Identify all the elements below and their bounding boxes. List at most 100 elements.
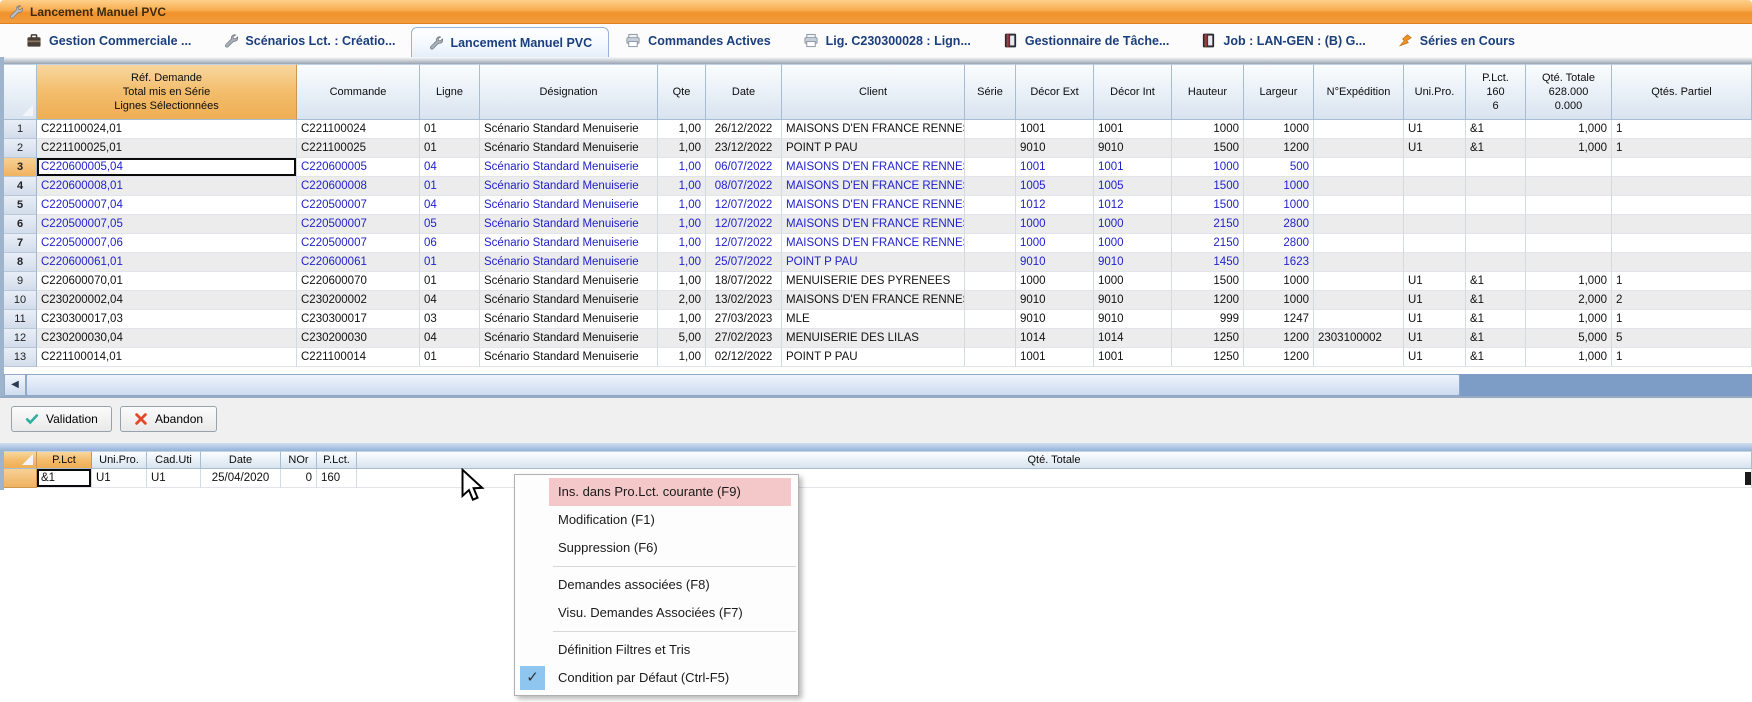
menu-item-modification-f1[interactable]: Modification (F1): [515, 506, 798, 534]
grid-cell-qte_totale[interactable]: 5,000: [1526, 329, 1612, 348]
grid-cell-ref[interactable]: C221100024,01: [37, 120, 297, 139]
grid-cell-client[interactable]: MAISONS D'EN FRANCE RENNES: [782, 291, 965, 310]
grid-cell-hauteur[interactable]: 1450: [1172, 253, 1244, 272]
grid-cell-p_lct[interactable]: [1466, 215, 1526, 234]
grid-cell-serie[interactable]: [965, 272, 1016, 291]
grid-cell-ligne[interactable]: 03: [420, 310, 480, 329]
grid-cell-uni_pro[interactable]: [1404, 196, 1466, 215]
grid-cell-date[interactable]: 18/07/2022: [706, 272, 782, 291]
grid-cell-serie[interactable]: [965, 329, 1016, 348]
grid-cell-hauteur[interactable]: 2150: [1172, 215, 1244, 234]
grid-cell-date[interactable]: 25/07/2022: [706, 253, 782, 272]
grid-cell-p_lct[interactable]: [1466, 196, 1526, 215]
grid-cell-qte[interactable]: 1,00: [658, 215, 706, 234]
grid-cell-uni_pro[interactable]: [1404, 215, 1466, 234]
column-header[interactable]: Commande: [297, 64, 420, 120]
grid-cell-ligne[interactable]: 05: [420, 215, 480, 234]
grid-cell-qtes_partiel[interactable]: 1: [1612, 139, 1752, 158]
grid-cell-uni_pro[interactable]: [1404, 234, 1466, 253]
grid-cell-ref[interactable]: C221100014,01: [37, 348, 297, 367]
row-header[interactable]: 7: [4, 234, 37, 253]
grid-cell-qte[interactable]: 1,00: [658, 253, 706, 272]
grid-cell-ref[interactable]: C220500007,04: [37, 196, 297, 215]
grid-cell-largeur[interactable]: 2800: [1244, 215, 1314, 234]
grid-cell-ref[interactable]: C221100025,01: [37, 139, 297, 158]
grid-cell-ref[interactable]: C220500007,05: [37, 215, 297, 234]
scrollbar-thumb[interactable]: [26, 374, 1460, 396]
grid-cell-qte[interactable]: 1,00: [658, 310, 706, 329]
grid-cell-hauteur[interactable]: 999: [1172, 310, 1244, 329]
grid-cell-date[interactable]: 12/07/2022: [706, 234, 782, 253]
grid-cell-qte_totale[interactable]: [1526, 215, 1612, 234]
grid-cell-ligne[interactable]: 01: [420, 177, 480, 196]
grid-cell-n_expedition[interactable]: [1314, 234, 1404, 253]
row-header[interactable]: 8: [4, 253, 37, 272]
grid-cell-client[interactable]: MENUISERIE DES PYRENEES: [782, 272, 965, 291]
grid-cell-decor_int[interactable]: 9010: [1094, 139, 1172, 158]
grid-cell-decor_ext[interactable]: 1000: [1016, 272, 1094, 291]
grid-cell-qtes_partiel[interactable]: 2: [1612, 291, 1752, 310]
grid-cell-designation[interactable]: Scénario Standard Menuiserie: [480, 291, 658, 310]
grid-cell-hauteur[interactable]: 1500: [1172, 196, 1244, 215]
column-header[interactable]: Décor Ext: [1016, 64, 1094, 120]
grid-cell-ligne[interactable]: 04: [420, 196, 480, 215]
grid-cell-commande[interactable]: C221100014: [297, 348, 420, 367]
select-all-corner[interactable]: [4, 64, 37, 120]
tab-job-lan-gen-b-g[interactable]: Job : LAN-GEN : (B) G...: [1185, 24, 1381, 57]
grid-cell-ref[interactable]: C220600061,01: [37, 253, 297, 272]
grid-cell-n_expedition[interactable]: [1314, 310, 1404, 329]
grid-cell-uni_pro[interactable]: U1: [92, 469, 147, 488]
grid-cell-ref[interactable]: C220600008,01: [37, 177, 297, 196]
grid-cell-ref[interactable]: C230200002,04: [37, 291, 297, 310]
row-header[interactable]: 3: [4, 158, 37, 177]
grid-cell-n_expedition[interactable]: [1314, 158, 1404, 177]
grid-cell-p_lct[interactable]: [1466, 234, 1526, 253]
grid-cell-p_lct[interactable]: [1466, 177, 1526, 196]
grid-cell-serie[interactable]: [965, 310, 1016, 329]
grid-cell-decor_int[interactable]: 1014: [1094, 329, 1172, 348]
column-header[interactable]: Largeur: [1244, 64, 1314, 120]
grid-cell-designation[interactable]: Scénario Standard Menuiserie: [480, 234, 658, 253]
grid-cell-uni_pro[interactable]: U1: [1404, 310, 1466, 329]
grid-cell-client[interactable]: MAISONS D'EN FRANCE RENNES: [782, 120, 965, 139]
grid-cell-decor_int[interactable]: 9010: [1094, 253, 1172, 272]
grid-cell-uni_pro[interactable]: U1: [1404, 272, 1466, 291]
grid-cell-designation[interactable]: Scénario Standard Menuiserie: [480, 158, 658, 177]
select-all-corner[interactable]: [4, 451, 37, 469]
grid-cell-decor_ext[interactable]: 9010: [1016, 291, 1094, 310]
grid-cell-decor_int[interactable]: 1012: [1094, 196, 1172, 215]
grid-cell-uni_pro[interactable]: U1: [1404, 291, 1466, 310]
grid-cell-date[interactable]: 06/07/2022: [706, 158, 782, 177]
grid-cell-hauteur[interactable]: 1000: [1172, 120, 1244, 139]
tab-commandes-actives[interactable]: Commandes Actives: [609, 24, 787, 57]
grid-cell-hauteur[interactable]: 1250: [1172, 348, 1244, 367]
grid-cell-qte_totale[interactable]: 1,000: [1526, 139, 1612, 158]
grid-cell-ligne[interactable]: 01: [420, 253, 480, 272]
grid-cell-uni_pro[interactable]: U1: [1404, 329, 1466, 348]
grid-cell-n_expedition[interactable]: [1314, 215, 1404, 234]
grid-cell-largeur[interactable]: 1000: [1244, 177, 1314, 196]
grid-cell-date[interactable]: 27/02/2023: [706, 329, 782, 348]
grid-cell-commande[interactable]: C220600008: [297, 177, 420, 196]
grid-cell-qtes_partiel[interactable]: 1: [1612, 272, 1752, 291]
grid-cell-designation[interactable]: Scénario Standard Menuiserie: [480, 215, 658, 234]
grid-cell-hauteur[interactable]: 2150: [1172, 234, 1244, 253]
grid-cell-decor_ext[interactable]: 1012: [1016, 196, 1094, 215]
grid-cell-client[interactable]: POINT P PAU: [782, 348, 965, 367]
grid-cell-ligne[interactable]: 01: [420, 120, 480, 139]
grid-cell-n_expedition[interactable]: [1314, 253, 1404, 272]
grid-cell-client[interactable]: MAISONS D'EN FRANCE RENNES: [782, 158, 965, 177]
grid-cell-serie[interactable]: [965, 120, 1016, 139]
grid-cell-p_lct[interactable]: &1: [1466, 348, 1526, 367]
grid-cell-p_lct[interactable]: &1: [37, 469, 92, 488]
grid-cell-serie[interactable]: [965, 139, 1016, 158]
column-header[interactable]: Date: [201, 451, 281, 469]
grid-cell-n_expedition[interactable]: [1314, 196, 1404, 215]
column-header[interactable]: NOr: [281, 451, 317, 469]
row-header[interactable]: 12: [4, 329, 37, 348]
grid-cell-uni_pro[interactable]: U1: [1404, 120, 1466, 139]
grid-cell-qte_totale[interactable]: 1,000: [1526, 348, 1612, 367]
grid-cell-serie[interactable]: [965, 253, 1016, 272]
grid-cell-decor_int[interactable]: 1005: [1094, 177, 1172, 196]
grid-cell-qte_totale[interactable]: [1526, 177, 1612, 196]
